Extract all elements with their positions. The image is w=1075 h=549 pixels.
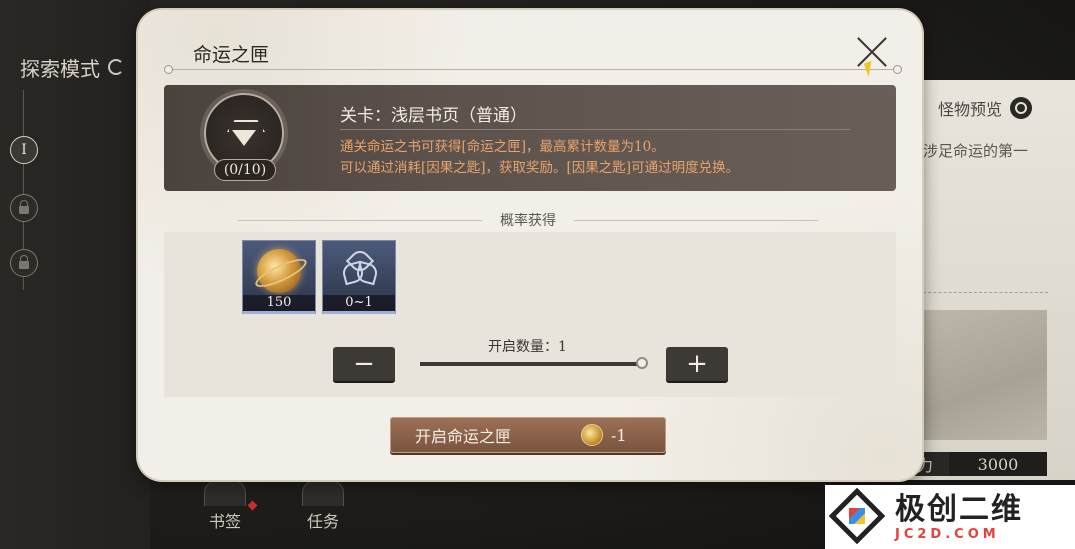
task-icon [302, 478, 344, 506]
task-button[interactable]: 任务 [302, 478, 344, 532]
divider-ornament [893, 65, 902, 74]
fate-box-dialog: 命运之匣 (0/10) 关卡：浅层书页（普通） 通关命运之书可获得[命运之匣]，… [138, 10, 922, 480]
monster-preview-button[interactable]: 怪物预览 [938, 96, 1033, 120]
power-display: 力 3000 [905, 452, 1047, 476]
chapter-1-button[interactable]: I [10, 136, 38, 164]
chapter-2-locked[interactable] [10, 194, 38, 222]
divider [908, 292, 1048, 293]
lock-icon [19, 255, 29, 269]
monster-preview-label: 怪物预览 [938, 100, 1003, 119]
explore-mode-label: 探索模式 [20, 56, 100, 81]
explore-mode-tab[interactable]: 探索模式 [0, 44, 140, 90]
bookmark-label: 书签 [208, 512, 241, 531]
probability-header: 概率获得 [238, 210, 818, 230]
cycle-icon [108, 59, 124, 75]
title-divider [164, 65, 902, 74]
watermark-cn: 极创二维 [895, 491, 1023, 527]
stage-desc-line-1: 通关命运之书可获得[命运之匣]，最高累计数量为10。 [340, 139, 665, 155]
background-description: 是涉足命运的第一 [908, 142, 1029, 160]
stage-desc-line-2: 可以通过消耗[因果之匙]，获取奖励。[因果之匙]可通过明度兑换。 [340, 160, 740, 176]
lock-icon [19, 200, 29, 214]
stage-info-banner: (0/10) 关卡：浅层书页（普通） 通关命运之书可获得[命运之匣]，最高累计数… [164, 85, 896, 191]
reward-item-knot[interactable]: 0~1 [322, 240, 396, 314]
watermark-en: JC2D.COM [895, 526, 1000, 542]
header-line [574, 219, 818, 221]
golden-orb-icon [257, 249, 301, 293]
key-coin-icon [581, 424, 603, 446]
open-quantity-label: 开启数量：1 [488, 339, 567, 355]
reward-area: 150 0~1 [164, 232, 896, 397]
decrease-button[interactable]: − [333, 347, 395, 381]
header-line [238, 219, 482, 221]
bookmark-icon [204, 478, 246, 506]
triquetra-knot-icon [340, 246, 380, 286]
box-count-badge: (0/10) [214, 159, 276, 181]
open-button-label: 开启命运之匣 [415, 427, 512, 446]
open-cost: -1 [611, 425, 627, 445]
reward-item-orb[interactable]: 150 [242, 240, 316, 314]
chapter-3-locked[interactable] [10, 249, 38, 277]
watermark-logo-icon [828, 487, 886, 545]
power-value: 3000 [949, 452, 1047, 476]
stage-description: 通关命运之书可获得[命运之匣]，最高累计数量为10。 可以通过消耗[因果之匙]，… [340, 137, 739, 179]
scenery-image [905, 310, 1047, 440]
reward-amount: 150 [243, 295, 315, 311]
stage-name: 关卡：浅层书页（普通） [340, 106, 527, 126]
chapter-1-label: I [21, 142, 27, 158]
task-label: 任务 [306, 512, 339, 531]
watermark: 极创二维 JC2D.COM [825, 485, 1075, 549]
diamond-icon [227, 120, 261, 146]
slider-handle[interactable] [636, 357, 648, 369]
quantity-slider[interactable] [420, 362, 644, 366]
reward-amount: 0~1 [323, 295, 395, 311]
open-fate-box-button[interactable]: 开启命运之匣 -1 [390, 417, 666, 453]
probability-label: 概率获得 [500, 213, 556, 229]
bookmark-button[interactable]: 书签 [204, 478, 258, 532]
dialog-title: 命运之匣 [193, 44, 270, 66]
stage-divider [340, 129, 850, 130]
divider-ornament [164, 65, 173, 74]
search-icon [1010, 97, 1033, 119]
increase-button[interactable]: + [666, 347, 728, 381]
